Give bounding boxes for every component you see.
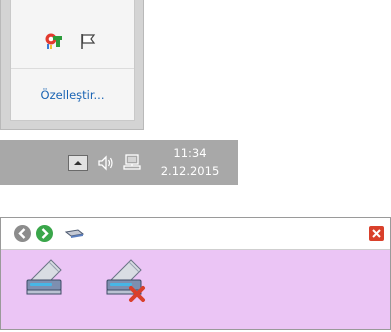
clock-date: 2.12.2015 <box>160 164 220 178</box>
drive-icon[interactable] <box>21 254 69 302</box>
clock-time: 11:34 <box>173 146 207 160</box>
tray-icons-area <box>11 0 134 68</box>
show-hidden-icons-button[interactable] <box>68 155 88 171</box>
network-icon[interactable] <box>122 152 144 174</box>
flyout-divider <box>11 68 134 69</box>
close-icon[interactable] <box>369 226 384 241</box>
window-toolbar <box>1 218 390 250</box>
app-tray-icon[interactable] <box>44 31 64 51</box>
flag-icon[interactable] <box>78 31 98 51</box>
device-removal-window <box>0 217 391 330</box>
tray-overflow-flyout: Özelleştir... <box>0 0 144 130</box>
customize-link[interactable]: Özelleştir... <box>11 88 134 102</box>
forward-icon[interactable] <box>35 224 54 243</box>
screen: Özelleştir... 11:34 2.12.2015 <box>0 0 391 332</box>
clock[interactable]: 11:34 2.12.2015 <box>154 144 226 180</box>
taskbar: 11:34 2.12.2015 <box>0 140 238 185</box>
tray-overflow-panel: Özelleştir... <box>10 0 135 121</box>
back-icon[interactable] <box>13 224 32 243</box>
drive-eject-icon[interactable] <box>101 254 149 302</box>
volume-icon[interactable] <box>96 153 116 173</box>
device-list <box>1 250 390 329</box>
device-tool-icon[interactable] <box>64 224 85 243</box>
